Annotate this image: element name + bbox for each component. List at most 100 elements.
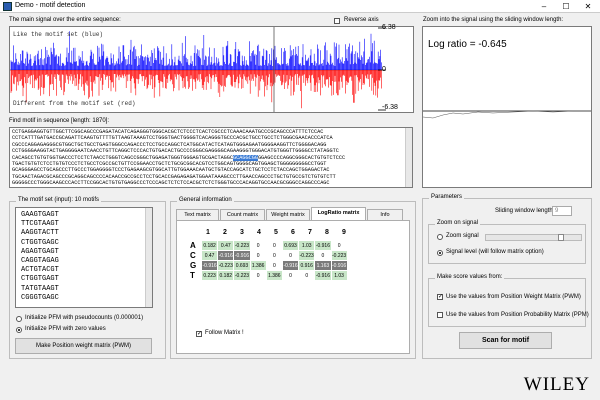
zoom-slider[interactable] xyxy=(485,234,582,241)
app-icon xyxy=(3,2,12,11)
column-number: 6 xyxy=(291,229,295,236)
signal-plot[interactable]: Like the motif set (blue) Different from… xyxy=(9,26,414,113)
matrix-cell: -0.223 xyxy=(298,250,316,261)
zoom-signal-label: Zoom signal xyxy=(446,233,479,239)
signal-level-label: Signal level (will follow matrix option) xyxy=(446,249,544,255)
use-pwm-checkbox[interactable]: ✓ xyxy=(437,294,443,300)
init-zero-radio[interactable] xyxy=(16,327,22,333)
logratio-matrix: 0.182 0.47 -0.223 0 0 0.693 1.03 -0.916 0 0.47 -0.… xyxy=(200,240,348,281)
motif-set-label: The motif set (input): 10 motifs xyxy=(16,197,102,203)
signal-top-text: Like the motif set (blue) xyxy=(13,31,104,38)
matrix-row: 0.47 -0.916 -0.916 0 0 0 -0.223 0 -0.223 xyxy=(200,250,348,261)
matrix-cell: 0 xyxy=(314,250,332,261)
column-number: 9 xyxy=(342,229,346,236)
reverse-axis-label: Reverse axis xyxy=(344,17,379,23)
y-axis-top: 6.38 xyxy=(382,24,396,31)
signal-bottom-text: Different from the motif set (red) xyxy=(13,100,136,107)
zoom-label: Zoom into the signal using the sliding w… xyxy=(423,17,564,23)
brand-logo: WILEY xyxy=(523,374,590,395)
use-pwm-label: Use the values from Position Weight Matr… xyxy=(446,294,581,300)
init-pseudo-radio[interactable] xyxy=(16,316,22,322)
sequence-text[interactable]: CCTGAGGAGGTGTTGGCTTCGGCAGCCCGAGATACATCAG… xyxy=(9,127,413,188)
row-letter: G xyxy=(190,261,197,270)
matrix-cell: -0.916 xyxy=(330,260,348,271)
matrix-cell: 1.386 xyxy=(265,270,283,281)
matrix-cell: 0.693 xyxy=(233,260,251,271)
matrix-cell: 0 xyxy=(249,250,267,261)
motif-item: ACTGTACGT xyxy=(21,266,59,275)
window-title: Demo - motif detection xyxy=(15,2,86,9)
matrix-cell: -0.223 xyxy=(233,270,251,281)
follow-matrix-checkbox[interactable]: ✓ xyxy=(196,331,202,337)
matrix-cell: -0.223 xyxy=(217,260,235,271)
reverse-axis-checkbox[interactable] xyxy=(334,18,340,24)
sliding-window-label: Sliding window length: xyxy=(495,208,555,214)
close-button[interactable]: ✕ xyxy=(577,0,599,13)
matrix-cell: 0 xyxy=(249,270,267,281)
matrix-cell: 0 xyxy=(298,270,316,281)
motif-list-scrollbar[interactable] xyxy=(145,208,152,307)
zoom-slider-thumb[interactable] xyxy=(558,234,564,241)
init-pseudo-label: Initialize PFM with pseudocounts (0.0000… xyxy=(25,315,144,321)
use-ppm-label: Use the values from Position Probability… xyxy=(446,312,589,318)
title-bar: Demo - motif detection – ☐ ✕ xyxy=(0,0,600,13)
score-group: Make score values from: xyxy=(428,274,586,327)
tab-weight-matrix[interactable]: Weight matrix xyxy=(266,209,310,220)
row-letter: C xyxy=(190,251,196,260)
matrix-cell: 0.182 xyxy=(200,240,219,251)
matrix-cell: -0.916 xyxy=(314,270,332,281)
matrix-cell: -0.916 xyxy=(233,250,251,261)
matrix-cell: -0.916 xyxy=(281,260,300,271)
matrix-cell: 1.386 xyxy=(249,260,267,271)
matrix-row: 0.182 0.47 -0.223 0 0 0.693 1.03 -0.916 0 xyxy=(200,240,348,251)
sequence-scrollbar[interactable] xyxy=(405,128,412,187)
motif-item: CTGGTGAGT xyxy=(21,275,59,284)
matrix-cell: 1.03 xyxy=(330,270,348,281)
tab-text-matrix[interactable]: Text matrix xyxy=(176,209,219,220)
parameters-label: Parameters xyxy=(429,194,465,200)
row-letter: T xyxy=(190,271,195,280)
motif-item: CTGGTGAGC xyxy=(21,238,59,247)
matrix-row: -0.916 -0.223 0.693 1.386 0 -0.916 0.916 1.163-… xyxy=(200,260,348,271)
zoom-signal-radio[interactable] xyxy=(437,234,443,240)
matrix-cell: -0.916 xyxy=(314,240,332,251)
matrix-cell: 1.03 xyxy=(298,240,316,251)
matrix-cell: 1.163 xyxy=(314,260,332,271)
matrix-cell: 0.916 xyxy=(298,260,316,271)
minimize-button[interactable]: – xyxy=(533,0,555,13)
log-ratio: Log ratio = -0.645 xyxy=(428,39,507,50)
use-ppm-checkbox[interactable] xyxy=(437,312,443,318)
matrix-row: 0.223 0.182 -0.223 0 1.386 0 0 -0.916 1.03 xyxy=(200,270,348,281)
seq-line-part: GGAGCCCCAGGCGGGCACTGTGTCTCCC xyxy=(257,154,346,161)
make-pwm-button[interactable]: Make Position weight matrix (PWM) xyxy=(15,338,152,354)
motif-item: AAGGTACTT xyxy=(21,229,59,238)
motif-item: TATGTAAGT xyxy=(21,284,59,293)
matrix-cell: 0 xyxy=(265,240,283,251)
matrix-cell: -0.916 xyxy=(217,250,235,261)
matrix-cell: -0.223 xyxy=(233,240,251,251)
motif-item: CAGGTAGAG xyxy=(21,257,59,266)
column-number: 2 xyxy=(223,229,227,236)
tab-count-matrix[interactable]: Count matrix xyxy=(220,209,265,220)
matrix-cell: 0 xyxy=(330,240,348,251)
scan-button[interactable]: Scan for motif xyxy=(459,332,552,349)
zoom-on-signal-group: Zoom on signal xyxy=(428,220,586,264)
motif-highlight: GCAGGCGG xyxy=(233,154,258,161)
follow-matrix-label: Follow Matrix ! xyxy=(205,330,244,336)
tab-info[interactable]: Info xyxy=(367,209,403,220)
signal-level-radio[interactable] xyxy=(437,250,443,256)
column-number: 1 xyxy=(206,229,210,236)
matrix-cell: 0.47 xyxy=(217,240,235,251)
maximize-button[interactable]: ☐ xyxy=(555,0,577,13)
sequence-label: Find motif in sequence [length: 1870]: xyxy=(9,118,110,124)
sliding-window-input[interactable]: 9 xyxy=(552,206,572,216)
score-label: Make score values from: xyxy=(435,274,505,280)
y-axis-zero: 0 xyxy=(382,66,386,73)
zoom-on-signal-label: Zoom on signal xyxy=(435,220,481,226)
matrix-cell: 0 xyxy=(265,250,283,261)
motif-list[interactable]: GAAGTGAGT TTCGTAAGT AAGGTACTT CTGGTGAGC … xyxy=(15,207,153,308)
matrix-cell: 0.693 xyxy=(281,240,300,251)
tab-logratio-matrix[interactable]: LogRatio matrix xyxy=(311,207,366,220)
motif-item: CGGGTGAGC xyxy=(21,293,59,302)
y-axis-bottom: -6.38 xyxy=(382,104,398,111)
